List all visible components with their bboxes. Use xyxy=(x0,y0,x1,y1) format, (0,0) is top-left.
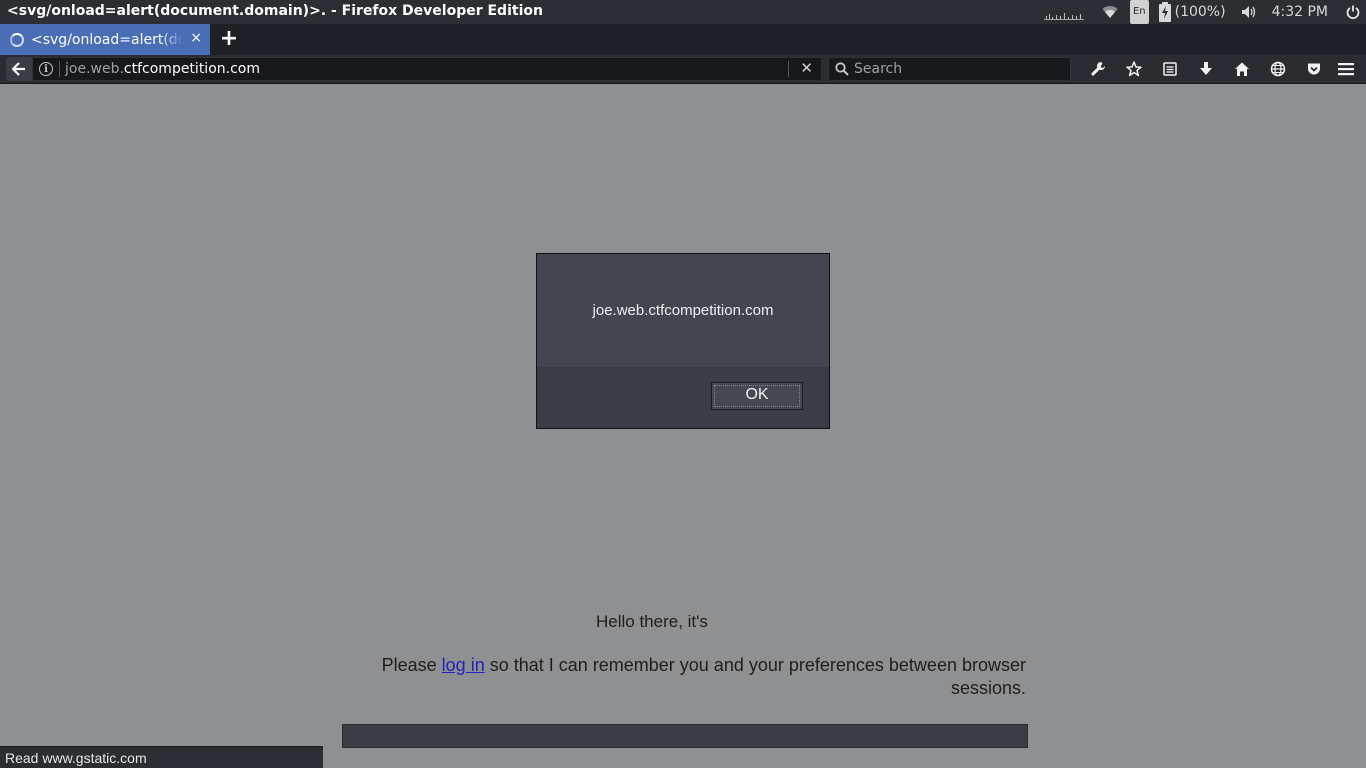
url-separator xyxy=(59,61,60,77)
battery-icon[interactable] xyxy=(1158,0,1171,24)
alert-message: joe.web.ctfcompetition.com xyxy=(537,254,829,367)
volume-icon[interactable] xyxy=(1241,0,1256,24)
globe-icon[interactable] xyxy=(1260,57,1296,81)
tab-title: <svg/onload=alert(document.domain)> xyxy=(31,31,183,48)
tab-close-icon[interactable]: × xyxy=(190,30,202,46)
ok-button[interactable]: OK xyxy=(711,382,803,410)
url-end-separator xyxy=(788,61,789,77)
login-link[interactable]: log in xyxy=(442,655,485,675)
system-tray: En (100%) 4:32 PM xyxy=(1043,0,1366,24)
url-host: ctfcompetition.com xyxy=(123,61,260,77)
os-top-panel: <svg/onload=alert(document.domain)>. - F… xyxy=(0,0,1366,24)
search-placeholder: Search xyxy=(854,61,903,77)
power-icon[interactable] xyxy=(1346,0,1360,24)
download-icon[interactable] xyxy=(1188,57,1224,81)
wifi-icon[interactable] xyxy=(1102,0,1118,24)
hamburger-menu-icon[interactable] xyxy=(1338,61,1354,76)
search-bar[interactable]: Search xyxy=(828,57,1071,81)
login-paragraph: Please log in so that I can remember you… xyxy=(340,654,1026,700)
status-bar: Read www.gstatic.com xyxy=(0,746,323,768)
battery-percentage: (100%) xyxy=(1174,4,1226,20)
back-arrow-icon xyxy=(12,62,25,76)
login-text-after: so that I can remember you and your pref… xyxy=(484,655,1026,698)
search-icon xyxy=(835,62,849,76)
new-tab-button[interactable]: + xyxy=(218,27,240,51)
url-prefix: joe.web. xyxy=(65,61,124,77)
network-activity-icon xyxy=(1043,0,1102,24)
pocket-icon[interactable] xyxy=(1296,57,1332,81)
window-title: <svg/onload=alert(document.domain)>. - F… xyxy=(7,3,543,19)
alert-dialog: joe.web.ctfcompetition.com OK xyxy=(536,253,830,429)
star-icon[interactable] xyxy=(1116,57,1152,81)
alert-footer: OK xyxy=(537,367,829,428)
reader-list-icon[interactable] xyxy=(1152,57,1188,81)
navigation-toolbar: i joe.web.ctfcompetition.com ✕ Search xyxy=(0,55,1366,84)
toolbar-icons xyxy=(1080,57,1332,81)
content-bar xyxy=(342,724,1028,748)
tab-active[interactable]: <svg/onload=alert(document.domain)> × xyxy=(0,24,210,55)
greeting-text: Hello there, it's xyxy=(596,612,708,631)
keyboard-layout-indicator[interactable]: En xyxy=(1129,0,1149,24)
url-text[interactable]: joe.web.ctfcompetition.com xyxy=(65,61,260,77)
home-icon[interactable] xyxy=(1224,57,1260,81)
loading-spinner-icon xyxy=(10,32,24,47)
wrench-icon[interactable] xyxy=(1080,57,1116,81)
url-bar[interactable]: i joe.web.ctfcompetition.com ✕ xyxy=(32,57,822,81)
back-button[interactable] xyxy=(6,57,32,81)
tab-bar: <svg/onload=alert(document.domain)> × + xyxy=(0,24,1366,55)
site-info-icon[interactable]: i xyxy=(39,62,53,76)
clock[interactable]: 4:32 PM xyxy=(1272,0,1328,24)
login-text-before: Please xyxy=(381,655,442,675)
stop-reload-icon[interactable]: ✕ xyxy=(800,59,813,77)
